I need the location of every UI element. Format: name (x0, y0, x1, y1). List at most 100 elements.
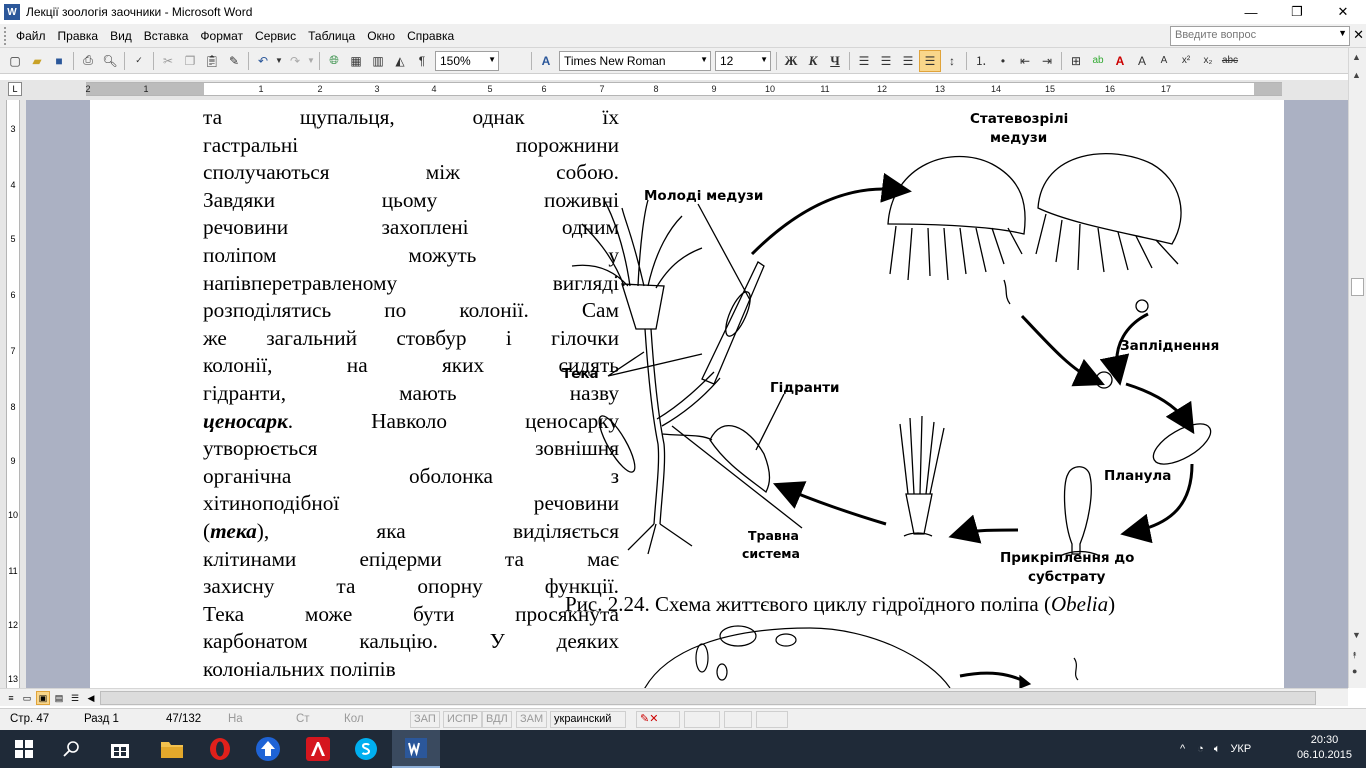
menu-table[interactable]: Таблица (302, 29, 361, 43)
ruler-strip[interactable]: 2 1 1 2 3 4 5 6 7 8 9 10 11 12 13 14 15 … (85, 82, 1282, 96)
align-right-icon[interactable]: ☰ (897, 50, 919, 72)
horizontal-scroll-thumb[interactable] (100, 691, 1316, 705)
input-language[interactable]: УКР (1230, 743, 1251, 755)
document-workspace[interactable]: та щупальця, однак їх гастральні порожни… (26, 100, 1348, 688)
horizontal-scroll-track[interactable] (100, 691, 1328, 705)
print-icon[interactable]: ⎙ (77, 50, 99, 72)
font-color-icon[interactable]: A (1109, 50, 1131, 72)
strikethrough-icon[interactable]: abc (1219, 50, 1241, 72)
align-center-icon[interactable]: ☰ (875, 50, 897, 72)
copy-icon[interactable]: ❐ (179, 50, 201, 72)
update-arrow-icon[interactable] (244, 730, 292, 768)
vertical-ruler[interactable]: 3 4 5 6 7 8 9 10 11 12 13 (0, 100, 26, 688)
status-overtype[interactable]: ЗАМ (516, 711, 548, 728)
ask-question-input[interactable]: Введите вопрос ▼ (1170, 26, 1350, 46)
vertical-scroll-thumb[interactable] (1351, 278, 1364, 296)
avira-icon[interactable] (294, 730, 342, 768)
obelia-lifecycle-figure[interactable]: Молоді медузи Статевозрілі медузи Заплід… (552, 104, 1262, 604)
menu-window[interactable]: Окно (361, 29, 401, 43)
subscript-icon[interactable]: x₂ (1197, 50, 1219, 72)
bullets-icon[interactable]: • (992, 50, 1014, 72)
document-page[interactable]: та щупальця, однак їх гастральні порожни… (90, 100, 1284, 688)
menu-tools[interactable]: Сервис (249, 29, 302, 43)
underline-button[interactable]: Ч (824, 50, 846, 72)
menu-format[interactable]: Формат (194, 29, 249, 43)
decrease-indent-icon[interactable]: ⇤ (1014, 50, 1036, 72)
table-icon[interactable]: ▦ (345, 50, 367, 72)
status-language[interactable]: украинский (550, 711, 626, 728)
search-icon[interactable] (48, 730, 96, 768)
chevron-down-icon[interactable]: ▼ (488, 55, 496, 64)
network-icon[interactable]: ◔ (1197, 743, 1204, 755)
skype-icon[interactable] (342, 730, 390, 768)
print-preview-icon[interactable]: 🔍︎ (99, 50, 121, 72)
highlight-icon[interactable]: ab (1087, 50, 1109, 72)
outline-view-icon[interactable]: ☰ (68, 691, 82, 705)
save-icon[interactable]: ■ (48, 50, 70, 72)
zoom-select[interactable]: 150% ▼ (435, 50, 499, 71)
file-explorer-icon[interactable] (148, 730, 196, 768)
new-document-icon[interactable]: ▢ (4, 50, 26, 72)
open-folder-icon[interactable]: ▰ (26, 50, 48, 72)
cut-icon[interactable]: ✂ (157, 50, 179, 72)
justify-icon[interactable]: ☰ (919, 49, 941, 72)
tab-selector[interactable]: L (8, 82, 22, 96)
spelling-status-icon[interactable]: ✎✕ (636, 711, 680, 728)
chevron-down-icon[interactable]: ▼ (760, 55, 768, 64)
previous-page-icon[interactable]: ⯭ (1352, 650, 1357, 661)
browse-object-icon[interactable]: ● (1352, 666, 1357, 676)
vertical-scrollbar[interactable]: ▲ ▲ ▼ ⯭ ● (1348, 48, 1366, 688)
font-name-select[interactable]: Times New Roman ▼ (559, 50, 711, 71)
font-size-select[interactable]: 12 ▼ (715, 50, 771, 71)
horizontal-ruler[interactable]: L 2 1 1 2 3 4 5 6 7 8 9 10 11 12 13 14 1… (0, 80, 1366, 100)
bold-button[interactable]: Ж (780, 50, 802, 72)
undo-icon[interactable]: ↶ (252, 50, 274, 72)
opera-icon[interactable] (196, 730, 244, 768)
status-track-changes[interactable]: ИСПР (443, 711, 483, 728)
chevron-down-icon[interactable]: ▼ (1338, 28, 1347, 38)
hyperlink-icon[interactable]: 🌐︎ (323, 50, 345, 72)
menu-insert[interactable]: Вставка (138, 29, 195, 43)
superscript-icon[interactable]: x² (1175, 50, 1197, 72)
columns-icon[interactable]: ▥ (367, 50, 389, 72)
shrink-font-icon[interactable]: A (1153, 50, 1175, 72)
menu-file[interactable]: Файл (10, 29, 52, 43)
minimize-button[interactable]: — (1228, 0, 1274, 24)
format-painter-icon[interactable]: ✎ (223, 50, 245, 72)
increase-indent-icon[interactable]: ⇥ (1036, 50, 1058, 72)
redo-dropdown-icon[interactable]: ▼ (306, 50, 316, 72)
styles-icon[interactable]: A (535, 50, 557, 72)
status-rec[interactable]: ЗАП (410, 711, 440, 728)
scroll-left-icon[interactable]: ◀ (84, 691, 98, 705)
scroll-up-icon[interactable]: ▲ (1352, 52, 1361, 62)
line-spacing-icon[interactable]: ↕ (941, 50, 963, 72)
close-button[interactable]: ✕ (1320, 0, 1366, 24)
page-up-icon[interactable]: ▲ (1352, 70, 1361, 80)
word-app-icon[interactable]: W (4, 4, 20, 20)
status-extend[interactable]: ВДЛ (482, 711, 512, 728)
numbering-icon[interactable]: ⒈ (970, 50, 992, 72)
windows-start-icon[interactable] (0, 730, 48, 768)
align-left-icon[interactable]: ☰ (853, 50, 875, 72)
menu-help[interactable]: Справка (401, 29, 460, 43)
scroll-down-icon[interactable]: ▼ (1352, 630, 1361, 640)
menu-edit[interactable]: Правка (52, 29, 105, 43)
redo-icon[interactable]: ↷ (284, 50, 306, 72)
reading-view-icon[interactable]: ▤ (52, 691, 66, 705)
paste-icon[interactable]: 📋︎ (201, 50, 223, 72)
chevron-down-icon[interactable]: ▼ (700, 55, 708, 64)
show-hidden-icons-icon[interactable]: ^ (1180, 743, 1185, 755)
spelling-icon[interactable]: ✓ (128, 50, 150, 72)
menu-view[interactable]: Вид (104, 29, 138, 43)
drawing-icon[interactable]: ◭ (389, 50, 411, 72)
borders-icon[interactable]: ⊞ (1065, 50, 1087, 72)
print-layout-icon[interactable]: ▣ (36, 691, 50, 705)
grow-font-icon[interactable]: A (1131, 50, 1153, 72)
italic-button[interactable]: К (802, 50, 824, 72)
store-icon[interactable] (96, 730, 144, 768)
volume-icon[interactable]: 🔈︎ (1214, 743, 1221, 756)
word-taskbar-icon[interactable] (392, 730, 440, 768)
normal-view-icon[interactable]: ≡ (4, 691, 18, 705)
clock[interactable]: 20:30 06.10.2015 (1297, 733, 1352, 763)
horizontal-scrollbar[interactable]: ≡ ▭ ▣ ▤ ☰ ◀ (0, 688, 1348, 706)
